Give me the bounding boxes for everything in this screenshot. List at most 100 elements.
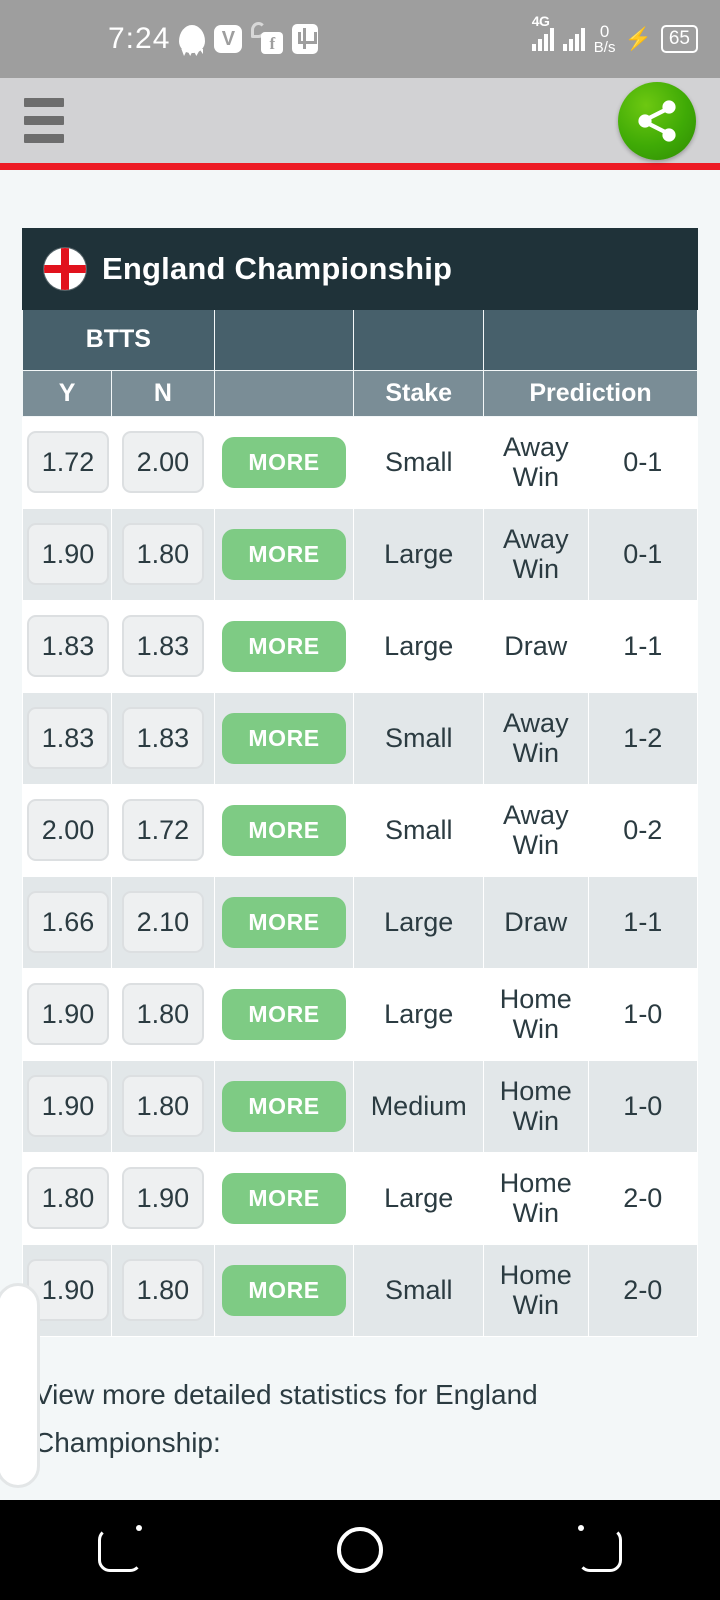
btts-yes-odds: 1.83: [27, 615, 109, 677]
btts-no-odds: 1.83: [121, 615, 204, 677]
league-card: England Championship BTTS Y N Stake Pred…: [0, 228, 699, 1488]
btts-no-cell[interactable]: 1.80: [111, 1059, 215, 1153]
status-bar-clock: 7:24: [108, 22, 171, 55]
score-cell: 1-2: [587, 691, 699, 785]
btts-yes-cell[interactable]: 1.66: [21, 875, 113, 969]
btts-no-cell[interactable]: 2.00: [111, 415, 215, 509]
btts-no-cell[interactable]: 1.80: [111, 967, 215, 1061]
btts-yes-cell[interactable]: 1.90: [21, 1059, 113, 1153]
btts-yes-odds: 1.72: [27, 431, 109, 493]
android-nav-bar: [0, 1500, 720, 1600]
more-button[interactable]: MORE: [222, 896, 346, 948]
btts-no-cell[interactable]: 1.83: [111, 599, 215, 693]
group-header-blank-3: [483, 310, 698, 371]
btts-no-odds: 1.72: [121, 799, 204, 861]
more-button[interactable]: MORE: [222, 1172, 346, 1224]
more-cell: MORE: [213, 783, 355, 877]
btts-no-cell[interactable]: 1.90: [111, 1151, 215, 1245]
recents-icon: [98, 1525, 142, 1572]
btts-yes-cell[interactable]: 2.00: [21, 783, 113, 877]
btts-no-cell[interactable]: 1.80: [111, 1243, 215, 1337]
btts-yes-cell[interactable]: 1.72: [21, 415, 113, 509]
column-header-btts-n: N: [111, 369, 215, 417]
more-button[interactable]: MORE: [222, 988, 346, 1040]
stake-cell: Medium: [353, 1059, 484, 1153]
more-button[interactable]: MORE: [222, 804, 346, 856]
btts-yes-cell[interactable]: 1.83: [21, 599, 113, 693]
back-icon: [578, 1525, 622, 1572]
btts-yes-odds: 1.90: [27, 983, 109, 1045]
status-bar-right: 4G 0 B/s ⚡ 65: [531, 13, 698, 55]
more-button[interactable]: MORE: [222, 1080, 346, 1132]
battery-indicator: 65: [660, 25, 698, 53]
score-cell: 1-0: [587, 1059, 699, 1153]
prediction-cell: Away Win: [483, 415, 589, 509]
table-row: 1.90 1.80 MORE Small Home Win 2-0: [21, 1243, 699, 1337]
btts-yes-cell[interactable]: 1.80: [21, 1151, 113, 1245]
sub-header-row: Y N Stake Prediction: [21, 369, 698, 417]
share-button[interactable]: [618, 81, 696, 160]
table-head: BTTS Y N Stake Prediction: [21, 310, 698, 417]
status-bar: 7:24 V f 4G 0 B/s ⚡ 65: [0, 0, 720, 78]
btts-no-odds: 2.00: [121, 431, 204, 493]
more-cell: MORE: [213, 1151, 355, 1245]
btts-no-cell[interactable]: 2.10: [111, 875, 215, 969]
group-header-btts: BTTS: [22, 310, 215, 371]
stake-cell: Large: [353, 875, 484, 969]
group-header-row: BTTS: [22, 310, 698, 371]
score-cell: 2-0: [587, 1243, 699, 1337]
btts-no-cell[interactable]: 1.80: [111, 507, 215, 601]
stake-cell: Small: [353, 691, 484, 785]
table-body: 1.72 2.00 MORE Small Away Win 0-1 1.90 1.80 MORE L…: [21, 415, 699, 1337]
table-row: 1.90 1.80 MORE Large Home Win 1-0: [21, 967, 699, 1061]
more-cell: MORE: [213, 967, 355, 1061]
more-cell: MORE: [213, 599, 355, 693]
btts-yes-odds: 1.90: [27, 1075, 109, 1137]
home-icon: [337, 1527, 383, 1573]
column-header-btts-y: Y: [21, 369, 113, 417]
btts-no-cell[interactable]: 1.83: [111, 691, 215, 785]
more-button[interactable]: MORE: [222, 712, 346, 764]
score-cell: 1-0: [587, 967, 699, 1061]
column-header-prediction: Prediction: [483, 369, 698, 417]
btts-no-odds: 1.90: [121, 1167, 204, 1229]
column-header-stake: Stake: [353, 369, 484, 417]
btts-no-odds: 1.80: [121, 1259, 204, 1321]
table-row: 1.83 1.83 MORE Large Draw 1-1: [21, 599, 699, 693]
home-button[interactable]: [305, 1500, 415, 1600]
btts-yes-odds: 1.80: [27, 1167, 109, 1229]
prediction-cell: Home Win: [483, 967, 589, 1061]
table-row: 1.90 1.80 MORE Medium Home Win 1-0: [21, 1059, 699, 1153]
btts-yes-cell[interactable]: 1.90: [21, 967, 113, 1061]
btts-yes-odds: 1.90: [27, 523, 109, 585]
more-button[interactable]: MORE: [222, 436, 346, 488]
btts-no-cell[interactable]: 1.72: [111, 783, 215, 877]
more-button[interactable]: MORE: [222, 1264, 346, 1316]
group-header-blank-2: [353, 310, 484, 371]
btts-yes-cell[interactable]: 1.90: [21, 507, 113, 601]
uc-facebook-icon: f: [251, 22, 284, 54]
btts-yes-cell[interactable]: 1.83: [21, 691, 113, 785]
prediction-cell: Away Win: [483, 507, 589, 601]
btts-no-odds: 1.83: [121, 707, 204, 769]
england-flag-icon: [44, 248, 86, 290]
stake-cell: Small: [353, 1243, 484, 1337]
score-cell: 0-1: [587, 507, 699, 601]
table-row: 1.83 1.83 MORE Small Away Win 1-2: [21, 691, 699, 785]
hamburger-menu-icon[interactable]: [24, 98, 64, 143]
more-button[interactable]: MORE: [222, 528, 346, 580]
page-content: England Championship BTTS Y N Stake Pred…: [0, 170, 720, 1500]
predictions-table: BTTS Y N Stake Prediction 1.72 2.00 MORE Sm…: [21, 310, 699, 1337]
btts-no-odds: 1.80: [121, 1075, 204, 1137]
back-button[interactable]: [545, 1500, 655, 1600]
score-cell: 0-1: [587, 415, 699, 509]
prediction-cell: Away Win: [483, 691, 589, 785]
status-bar-left: 7:24 V f: [108, 22, 319, 56]
data-speed-indicator: 0 B/s: [594, 23, 616, 55]
more-button[interactable]: MORE: [222, 620, 346, 672]
league-title: England Championship: [102, 251, 453, 286]
recents-button[interactable]: [65, 1500, 175, 1600]
snapchat-icon: [179, 25, 206, 53]
btts-yes-odds: 1.83: [27, 707, 109, 769]
app-toolbar: [0, 78, 720, 170]
